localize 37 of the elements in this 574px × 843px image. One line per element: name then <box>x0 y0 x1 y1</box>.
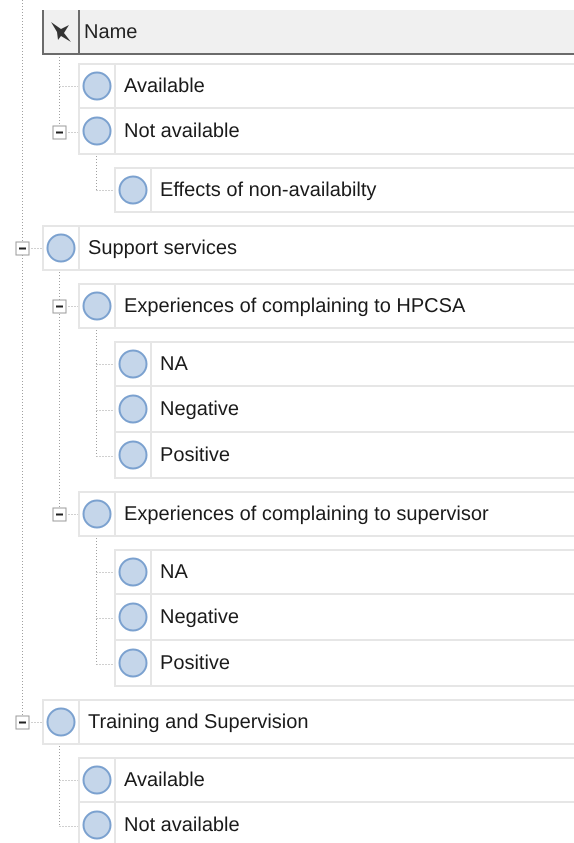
collapse-button[interactable] <box>16 242 30 256</box>
circle-icon <box>46 233 76 263</box>
tree-item[interactable]: Available <box>78 63 574 109</box>
collapse-button[interactable] <box>52 508 66 522</box>
tree-item[interactable]: Positive <box>114 641 574 687</box>
tree-item[interactable]: Experiences of complaining to supervisor <box>78 491 574 537</box>
circle-icon <box>82 765 112 795</box>
pin-icon <box>49 20 73 44</box>
circle-icon <box>118 394 148 424</box>
circle-icon <box>82 71 112 101</box>
circle-icon <box>118 440 148 470</box>
tree-item[interactable]: Training and Supervision <box>42 699 574 745</box>
circle-icon <box>118 602 148 632</box>
column-header[interactable]: Name <box>42 10 574 55</box>
tree-item[interactable]: Support services <box>42 225 574 271</box>
tree-item[interactable]: Positive <box>114 433 574 479</box>
circle-icon <box>82 116 112 146</box>
circle-icon <box>82 810 112 840</box>
tree-item[interactable]: Negative <box>114 387 574 433</box>
collapse-button[interactable] <box>52 126 66 140</box>
circle-icon <box>118 349 148 379</box>
tree-item[interactable]: NA <box>114 341 574 387</box>
circle-icon <box>118 557 148 587</box>
tree-item[interactable]: Not available <box>78 109 574 155</box>
column-title: Name <box>83 20 138 44</box>
collapse-button[interactable] <box>16 716 30 730</box>
circle-icon <box>118 175 148 205</box>
tree-item[interactable]: NA <box>114 549 574 595</box>
collapse-button[interactable] <box>52 300 66 314</box>
circle-icon <box>82 291 112 321</box>
circle-icon <box>118 648 148 678</box>
tree-item[interactable]: Experiences of complaining to HPCSA <box>78 283 574 329</box>
tree-item[interactable]: Effects of non-availabilty <box>114 167 574 213</box>
circle-icon <box>46 707 76 737</box>
circle-icon <box>82 499 112 529</box>
tree-item[interactable]: Available <box>78 757 574 803</box>
tree-item[interactable]: Negative <box>114 595 574 641</box>
